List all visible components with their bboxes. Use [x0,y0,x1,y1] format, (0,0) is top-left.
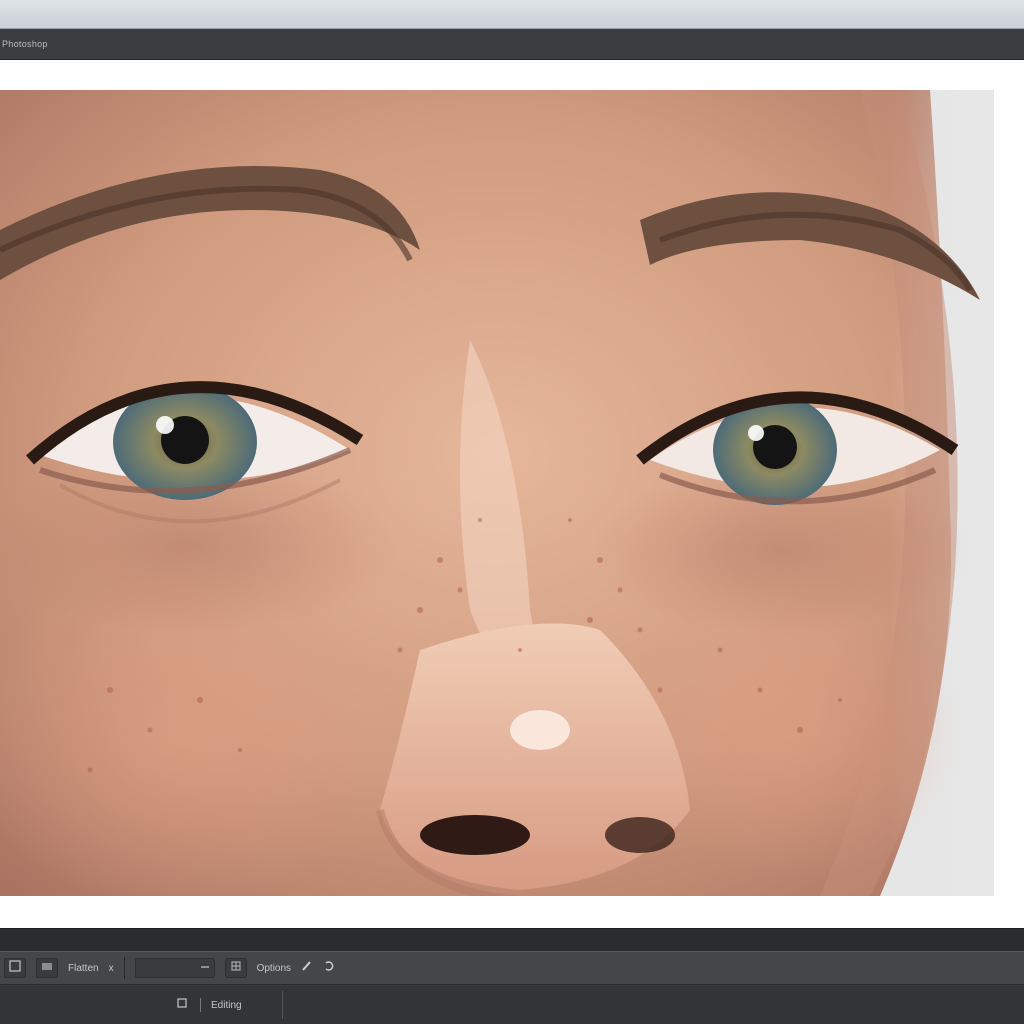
portrait-photo [0,90,994,896]
swap-icon[interactable] [323,959,335,977]
grid-icon [230,959,242,977]
tool-preset-icon [9,959,21,977]
tool-preset-button[interactable] [4,958,26,978]
status-divider-long [281,991,283,1019]
options-bar: Flatten x Options [0,951,1024,985]
os-title-strip [0,0,1024,29]
mode-dropdown[interactable] [134,958,215,978]
option-x-label[interactable]: x [109,963,114,974]
status-label: Editing [211,999,242,1011]
arrow-icon [200,959,210,977]
toolbar-separator [123,957,125,979]
app-header: Photoshop [0,29,1024,60]
document-icon[interactable] [176,996,188,1014]
grid-button[interactable] [224,958,247,978]
status-bar: Editing [0,986,1024,1024]
canvas-document[interactable] [0,60,1024,928]
status-divider [200,998,201,1012]
brush-icon[interactable] [301,959,313,977]
app-title: Photoshop [2,39,48,49]
flatten-label[interactable]: Flatten [68,963,99,974]
layer-icon [41,959,53,977]
canvas-area[interactable] [0,60,1024,928]
layer-button[interactable] [36,958,58,978]
options-label[interactable]: Options [257,963,291,974]
panel-divider [0,928,1024,951]
